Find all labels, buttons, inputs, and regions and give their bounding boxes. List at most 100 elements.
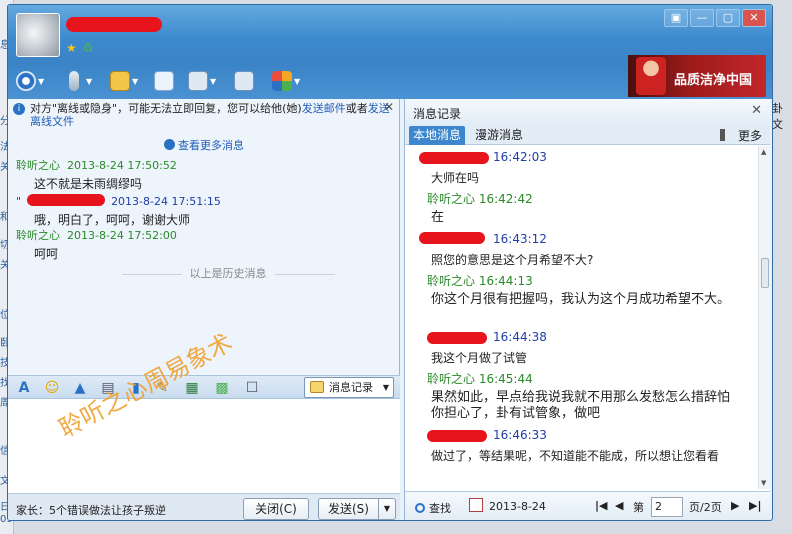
speaker-icon xyxy=(719,129,734,141)
tab-roaming-messages[interactable]: 漫游消息 xyxy=(471,126,527,145)
page-prefix: 第 xyxy=(633,501,644,514)
next-page-icon[interactable]: ▶ xyxy=(731,499,739,512)
skin-button[interactable]: ▣ xyxy=(664,9,688,27)
history-title: 消息记录 xyxy=(413,107,462,121)
message-history-pane: 消息记录 ✕ 本地消息 漫游消息 更多 16:42:03 大师在吗 聆听之心 1… xyxy=(404,99,770,520)
add-app-button[interactable] xyxy=(154,70,174,92)
close-chat-button[interactable]: 关闭(C) xyxy=(243,498,309,520)
contact-name-redacted xyxy=(66,17,162,32)
search-label: 查找 xyxy=(429,502,451,515)
remote-assist-icon xyxy=(188,71,208,91)
history-list[interactable]: 16:42:03 大师在吗 聆听之心 16:42:42 在 16:43:12 照… xyxy=(405,146,759,489)
history-time: 16:44:38 xyxy=(493,330,547,344)
emoji-icon[interactable]: ☺ xyxy=(44,380,60,396)
history-icon xyxy=(310,381,324,393)
first-page-icon[interactable]: |◀ xyxy=(595,499,607,512)
sender-name-redacted xyxy=(27,194,106,206)
history-time: 16:43:12 xyxy=(493,232,547,246)
minimize-button[interactable]: — xyxy=(690,9,714,27)
screenshot-icon[interactable]: ☐ xyxy=(244,380,260,396)
sender-name-redacted xyxy=(419,232,485,244)
info-icon: i xyxy=(13,103,25,115)
notice-text-mid: 或者 xyxy=(345,102,368,115)
more-button[interactable]: 更多 xyxy=(719,127,762,144)
sender-name-redacted xyxy=(419,152,489,164)
status-icons: ★ ♻ xyxy=(66,41,95,55)
ad-banner[interactable]: 品质洁净中国 xyxy=(628,55,766,97)
apps-button[interactable]: ▼ xyxy=(272,70,300,92)
close-button[interactable]: ✕ xyxy=(742,9,766,27)
input-footer: 家长：5个错误做法让孩子叛逆 关闭(C) 发送(S) ▼ xyxy=(8,493,400,520)
clock-icon xyxy=(164,139,175,150)
input-toolbar: A ☺ ▲ ▤ ▮ ✎ ▦ ▩ ☐ 消息记录 ▼ xyxy=(8,375,400,399)
music-icon[interactable]: ▩ xyxy=(214,380,230,396)
message-history-label: 消息记录 xyxy=(329,381,373,394)
page-number-input[interactable]: 2 xyxy=(651,497,683,517)
sender-name: " xyxy=(16,195,22,208)
notice-close-icon[interactable]: ✕ xyxy=(384,101,394,114)
message-body: 哦，明白了，呵呵，谢谢大师 xyxy=(34,213,191,227)
star-icon: ★ xyxy=(66,41,77,55)
add-app-icon xyxy=(154,71,174,91)
scroll-up-icon[interactable]: ▲ xyxy=(761,148,766,156)
microphone-icon xyxy=(69,71,79,91)
pagination: |◀ ◀ 第 2 页/2页 ▶ ▶| xyxy=(595,497,765,517)
scroll-thumb[interactable] xyxy=(761,258,769,288)
last-page-icon[interactable]: ▶| xyxy=(749,499,761,512)
share-screen-icon xyxy=(234,71,254,91)
history-close-icon[interactable]: ✕ xyxy=(751,103,762,118)
file-transfer-button[interactable]: ▼ xyxy=(110,70,138,92)
font-icon[interactable]: A xyxy=(16,380,32,396)
send-email-link[interactable]: 发送邮件 xyxy=(302,102,346,115)
prev-page-icon[interactable]: ◀ xyxy=(615,499,623,512)
qzone-icon[interactable]: ♻ xyxy=(83,41,94,55)
sender-name: 聆听之心 xyxy=(16,159,60,172)
remote-assist-button[interactable]: ▼ xyxy=(188,70,216,92)
sender-name-redacted xyxy=(427,430,487,442)
message-time: 2013-8-24 17:52:00 xyxy=(67,229,177,242)
history-message: 我这个月做了试管 xyxy=(431,351,528,365)
history-divider: 以上是历史消息 xyxy=(88,265,368,281)
video-call-button[interactable]: ▼ xyxy=(16,70,44,92)
sender-name: 聆听之心 xyxy=(16,229,60,242)
message-time: 2013-8-24 17:51:15 xyxy=(111,195,221,208)
ad-link[interactable]: 家长：5个错误做法让孩子叛逆 xyxy=(16,502,166,518)
history-time: 聆听之心 16:44:13 xyxy=(427,274,533,288)
ad-image xyxy=(636,57,666,95)
avatar[interactable] xyxy=(16,13,60,57)
chat-pane: i 对方"离线或隐身"，可能无法立即回复，您可以给他(她)发送邮件或者发送离线文… xyxy=(8,99,400,520)
page-suffix: 页/2页 xyxy=(689,501,722,514)
history-time: 16:42:03 xyxy=(493,150,547,164)
voice-call-button[interactable]: ▼ xyxy=(64,70,92,92)
history-message: 果然如此，早点给我说我就不用那么发愁怎么措辞怕你担心了，卦有试管象，做吧 xyxy=(431,390,731,421)
search-button[interactable]: 查找 xyxy=(415,500,451,516)
file-transfer-icon xyxy=(110,71,130,91)
history-scrollbar[interactable]: ▲ ▼ xyxy=(758,146,770,489)
message-header: " 2013-8-24 17:51:15 xyxy=(16,193,221,208)
history-date[interactable]: 2013-8-24 xyxy=(489,500,546,513)
history-footer: 查找 2013-8-24 |◀ ◀ 第 2 页/2页 ▶ ▶| xyxy=(405,491,770,520)
history-tabs: 本地消息 漫游消息 更多 xyxy=(405,125,770,145)
message-history-button[interactable]: 消息记录 ▼ xyxy=(304,377,394,398)
send-button[interactable]: 发送(S) xyxy=(318,498,378,520)
window-controls: ▣ — ▢ ✕ xyxy=(664,9,766,27)
image-icon[interactable]: ▦ xyxy=(184,380,200,396)
calendar-icon[interactable] xyxy=(469,498,483,512)
history-time: 聆听之心 16:45:44 xyxy=(427,372,533,386)
history-time: 聆听之心 16:42:42 xyxy=(427,192,533,206)
maximize-button[interactable]: ▢ xyxy=(716,9,740,27)
share-screen-button[interactable] xyxy=(234,70,254,92)
chevron-down-icon: ▼ xyxy=(382,383,389,392)
scroll-down-icon[interactable]: ▼ xyxy=(761,479,766,487)
sender-name-redacted xyxy=(427,332,487,344)
notice-text: 对方"离线或隐身"，可能无法立即回复，您可以给他(她) xyxy=(30,102,302,115)
background-right-fragment: 卦文 xyxy=(772,102,783,130)
send-options-button[interactable]: ▼ xyxy=(378,498,396,520)
tab-local-messages[interactable]: 本地消息 xyxy=(409,126,466,145)
history-message: 在 xyxy=(431,210,445,225)
view-more-messages-link[interactable]: 查看更多消息 xyxy=(164,137,244,153)
message-body: 呵呵 xyxy=(34,247,59,261)
history-message: 做过了，等结果呢，不知道能不能成，所以想让您看看 xyxy=(431,449,720,463)
history-header: 消息记录 ✕ xyxy=(405,99,770,125)
chat-window: ★ ♻ ▣ — ▢ ✕ ▼ ▼ ▼ ▼ ▼ 品质洁净中国 i 对方"离线或隐身"… xyxy=(7,4,773,521)
